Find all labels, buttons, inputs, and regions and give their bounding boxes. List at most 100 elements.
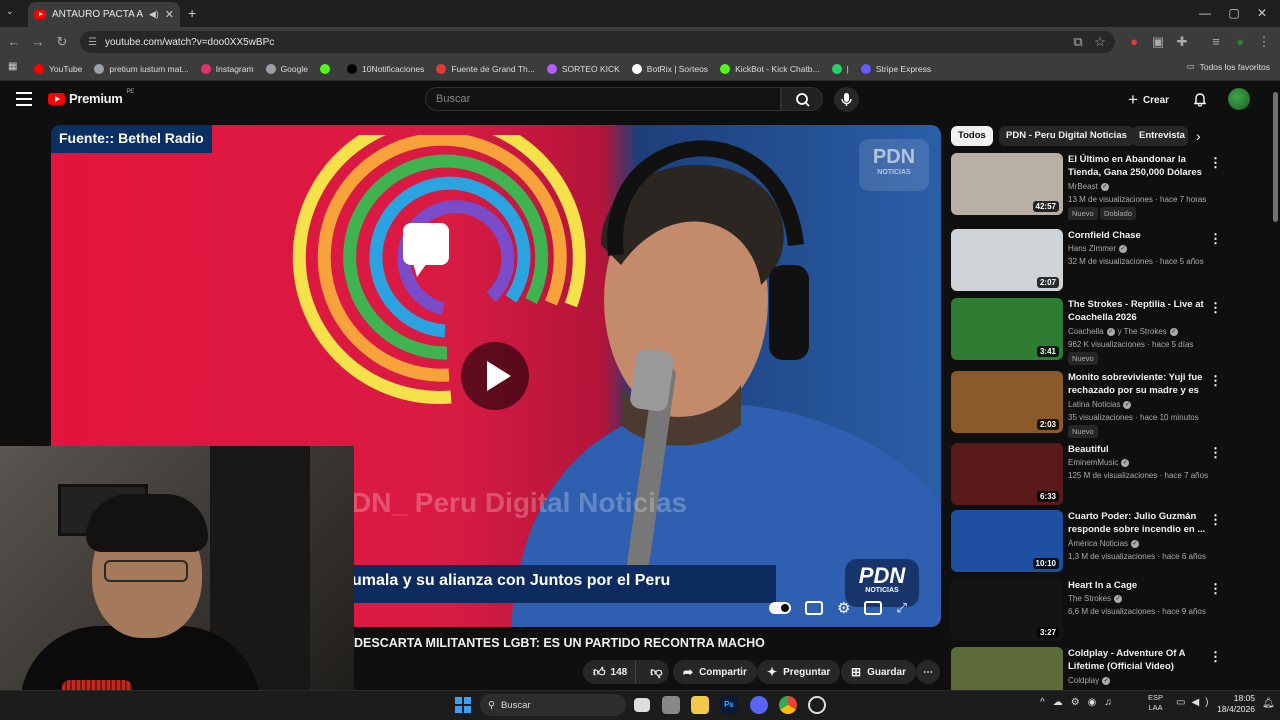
recommended-video-title[interactable]: The Strokes - Reptilia - Live at Coachel…	[1068, 298, 1208, 324]
notifications-icon[interactable]: 🔔︎	[1262, 698, 1275, 709]
bookmark-item[interactable]: pretium iustum mat...	[94, 63, 189, 74]
channel-name[interactable]: Hans Zimmer ✓	[1068, 244, 1128, 253]
bookmark-item[interactable]: SORTEO KICK	[546, 63, 620, 74]
recommended-video-title[interactable]: Coldplay - Adventure Of A Lifetime (Offi…	[1068, 647, 1208, 673]
app-icon[interactable]	[662, 696, 680, 714]
subtitles-icon[interactable]	[805, 601, 823, 615]
chrome-icon[interactable]	[779, 696, 797, 714]
chips-next-icon[interactable]: ›	[1196, 128, 1201, 144]
notifications-bell-icon[interactable]	[1192, 91, 1208, 107]
more-options-icon[interactable]: ⋮	[1209, 581, 1222, 597]
bookmark-item[interactable]: Stripe Express	[860, 63, 931, 74]
fullscreen-icon[interactable]: ⤢	[896, 600, 906, 616]
install-app-icon[interactable]: ⧉	[1068, 32, 1088, 52]
recommended-video[interactable]: 42:57 El Último en Abandonar la Tienda, G…	[951, 153, 1222, 220]
chrome-menu-icon[interactable]: ⋮	[1254, 32, 1274, 52]
audio-icon[interactable]: ◀)	[149, 9, 159, 20]
more-options-icon[interactable]: ⋮	[1209, 512, 1222, 528]
all-bookmarks-button[interactable]: ▭ Todos los favoritos	[1187, 61, 1270, 72]
discord-icon[interactable]	[750, 696, 768, 714]
bookmark-item[interactable]: Instagram	[200, 63, 254, 74]
bookmark-item[interactable]: 10Notificaciones	[346, 63, 424, 74]
recommended-video[interactable]: 3:27 Heart In a Cage The Strokes ✓ 6,6 M de …	[951, 579, 1222, 641]
chip-todos[interactable]: Todos	[951, 126, 993, 146]
recommended-video-title[interactable]: Monito sobreviviente: Yuji fue rechazado…	[1068, 371, 1208, 397]
taskbar-search[interactable]: ⚲ Buscar	[480, 694, 626, 716]
extensions-puzzle-icon[interactable]: ✚	[1172, 32, 1192, 52]
close-window-icon[interactable]: ✕	[1252, 4, 1272, 22]
channel-name[interactable]: EminemMusic ✓	[1068, 458, 1130, 467]
channel-name[interactable]: Latina Noticias ✓	[1068, 400, 1132, 409]
chip-pdn[interactable]: PDN - Peru Digital Noticias	[999, 126, 1134, 146]
chip-entrevista[interactable]: Entrevista	[1132, 126, 1188, 146]
more-options-icon[interactable]: ⋮	[1209, 300, 1222, 316]
forward-icon[interactable]: →	[28, 32, 48, 52]
play-button[interactable]	[461, 342, 529, 410]
bookmark-item[interactable]	[319, 63, 335, 74]
menu-icon[interactable]	[16, 92, 32, 106]
task-view-icon[interactable]	[634, 698, 650, 712]
recommended-video[interactable]: 2:07 Cornfield Chase Hans Zimmer ✓ 32 M de v…	[951, 229, 1222, 291]
photoshop-icon[interactable]: Ps	[720, 696, 738, 714]
recommended-video-title[interactable]: Heart In a Cage	[1068, 579, 1208, 592]
reload-icon[interactable]: ↻	[52, 32, 72, 52]
settings-gear-icon[interactable]: ⚙	[837, 599, 850, 617]
create-button[interactable]: + Crear	[1128, 90, 1169, 110]
new-tab-icon[interactable]: +	[188, 5, 196, 21]
more-options-icon[interactable]: ⋮	[1209, 231, 1222, 247]
save-button[interactable]: ⊞ Guardar	[841, 660, 916, 684]
recommended-video[interactable]: 6:33 Beautiful EminemMusic ✓ 125 M de visual…	[951, 443, 1222, 505]
file-explorer-icon[interactable]	[691, 696, 709, 714]
recommended-video-title[interactable]: El Último en Abandonar la Tienda, Gana 2…	[1068, 153, 1208, 179]
more-options-icon[interactable]: ⋮	[1209, 373, 1222, 389]
channel-name[interactable]: América Noticias ✓	[1068, 539, 1140, 548]
more-options-icon[interactable]: ⋮	[1209, 445, 1222, 461]
video-thumbnail[interactable]: 3:41	[951, 298, 1063, 360]
share-button[interactable]: ➦ Compartir	[673, 660, 757, 684]
avatar[interactable]	[1228, 88, 1250, 110]
address-bar[interactable]: ☰ youtube.com/watch?v=doo0XX5wBPc	[80, 31, 1115, 53]
tab-search-icon[interactable]: ⌄	[6, 6, 14, 17]
windows-start-icon[interactable]	[455, 697, 471, 713]
more-actions-button[interactable]: ⋯	[916, 660, 940, 684]
search-input[interactable]: Buscar	[425, 87, 781, 111]
clock[interactable]: 18:05 18/4/2026	[1211, 693, 1255, 715]
bookmark-item[interactable]: Google	[265, 63, 308, 74]
channel-name[interactable]: The Strokes ✓	[1068, 594, 1123, 603]
autoplay-toggle[interactable]	[769, 602, 791, 614]
youtube-premium-logo[interactable]: Premium PE	[48, 89, 134, 106]
video-thumbnail[interactable]: 42:57	[951, 153, 1063, 215]
recommended-video-title[interactable]: Cuarto Poder: Julio Guzmán responde sobr…	[1068, 510, 1208, 536]
dislike-button[interactable]: 👎︎	[642, 665, 670, 680]
recommended-video[interactable]: 10:10 Cuarto Poder: Julio Guzmán responde…	[951, 510, 1222, 572]
video-thumbnail[interactable]: 10:10	[951, 510, 1063, 572]
back-icon[interactable]: ←	[4, 32, 24, 52]
recommended-video-title[interactable]: Beautiful	[1068, 443, 1208, 456]
channel-name[interactable]: Coldplay ✓	[1068, 676, 1111, 685]
scrollbar-thumb[interactable]	[1273, 92, 1278, 222]
video-thumbnail[interactable]: 2:03	[951, 371, 1063, 433]
channel-name[interactable]: MrBeast ✓	[1068, 182, 1109, 191]
ask-button[interactable]: ✦ Preguntar	[757, 660, 841, 684]
browser-tab[interactable]: ANTAURO PACTA ALIANZA ◀) ✕	[28, 2, 180, 27]
video-thumbnail[interactable]: 6:33	[951, 443, 1063, 505]
bookmark-item[interactable]: KickBot - Kick Chatb...	[720, 63, 820, 74]
recommended-video-title[interactable]: Cornfield Chase	[1068, 229, 1208, 242]
extension-red-icon[interactable]: ●	[1124, 32, 1144, 52]
maximize-icon[interactable]: ▢	[1224, 4, 1244, 22]
search-button[interactable]	[781, 87, 823, 111]
reading-list-icon[interactable]: ≡	[1206, 32, 1226, 52]
recommended-video[interactable]: 2:03 Monito sobreviviente: Yuji fue recha…	[951, 371, 1222, 438]
voice-search-button[interactable]	[834, 87, 859, 112]
more-options-icon[interactable]: ⋮	[1209, 155, 1222, 171]
like-button[interactable]: 👍︎ 148	[583, 660, 637, 684]
bookmark-star-icon[interactable]: ☆	[1090, 32, 1110, 52]
minimize-icon[interactable]: —	[1195, 4, 1215, 22]
system-tray-icons[interactable]: ^☁⚙◉♫	[1040, 697, 1120, 708]
apps-grid-icon[interactable]: ▦	[8, 61, 17, 72]
bookmark-item[interactable]: Fuente de Grand Th...	[436, 63, 535, 74]
app-icon[interactable]	[808, 696, 826, 714]
video-thumbnail[interactable]: 2:07	[951, 229, 1063, 291]
close-tab-icon[interactable]: ✕	[165, 8, 174, 21]
bookmark-item[interactable]: |	[831, 63, 849, 74]
